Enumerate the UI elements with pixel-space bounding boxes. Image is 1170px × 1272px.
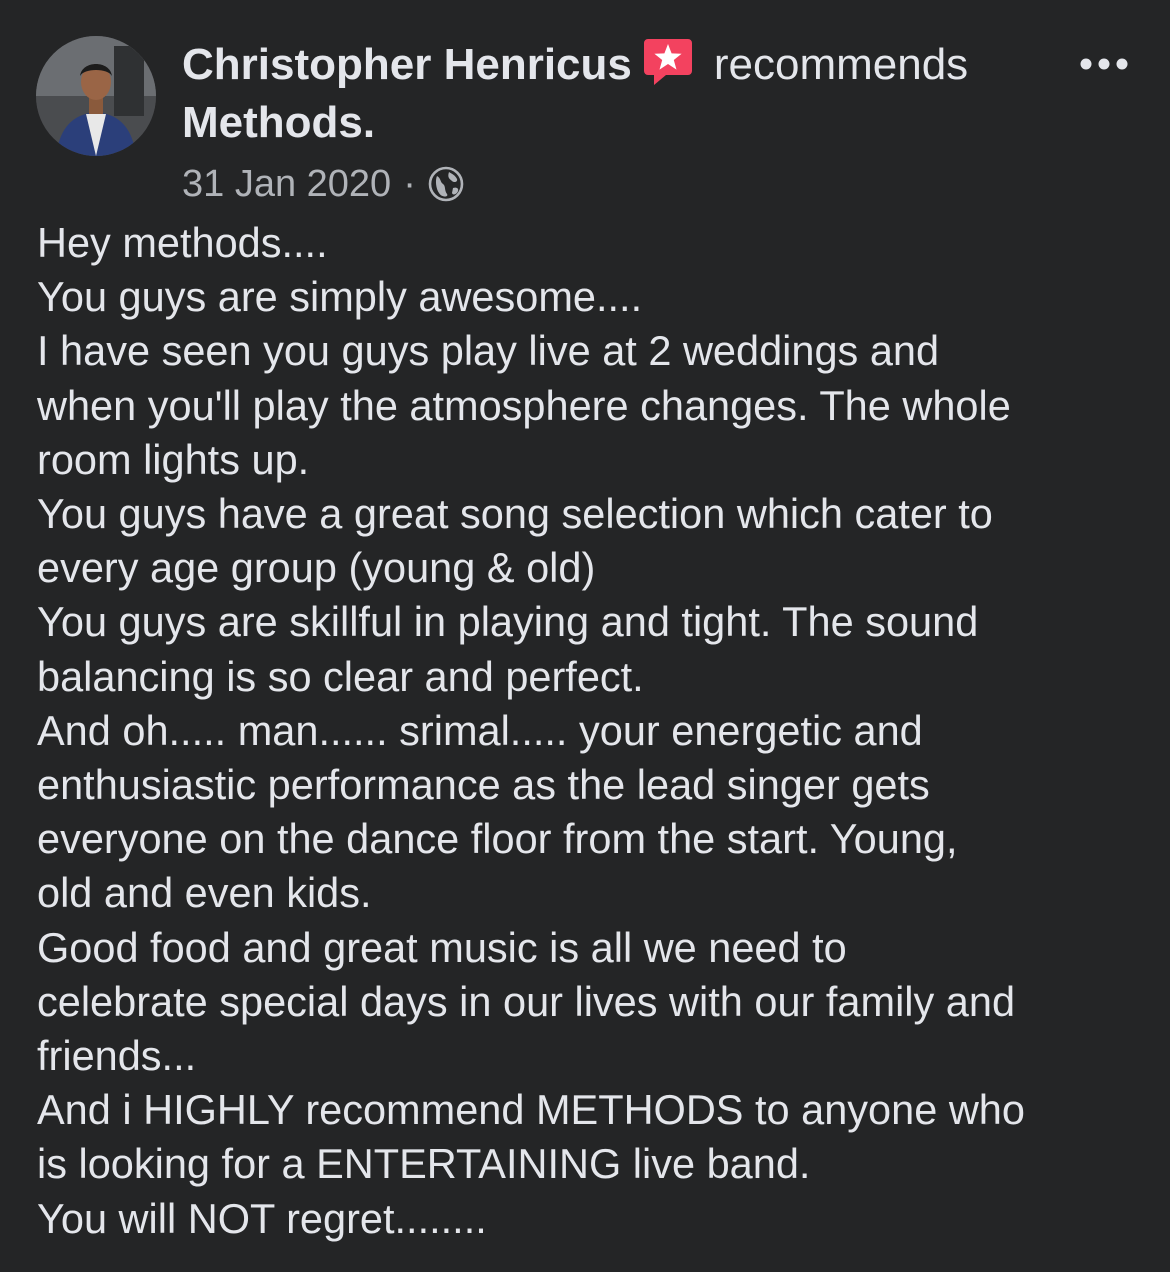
post-body-line: every age group (young & old) <box>37 544 596 592</box>
globe-icon[interactable] <box>428 166 464 202</box>
avatar-image <box>36 36 156 156</box>
post-body-line: friends... <box>37 1032 197 1080</box>
post-body-line: Hey methods.... <box>37 219 328 266</box>
post-body-line: room lights up. <box>37 435 310 483</box>
post-body-line: Good food and great music is all we need… <box>37 923 847 971</box>
post-body: Hey methods.... You guys are simply aweso… <box>37 216 1147 1246</box>
post-body-line: You guys have a great song selection whi… <box>37 490 993 538</box>
post-body-line: You will NOT regret........ <box>37 1194 487 1242</box>
post-body-line: balancing is so clear and perfect. <box>37 652 644 700</box>
post-header: Christopher Henricus recommends Methods. <box>182 36 1042 152</box>
post-body-line: And oh..... man...... srimal..... your e… <box>37 706 923 754</box>
recommendation-post: Christopher Henricus recommends Methods.… <box>0 0 1170 1272</box>
post-body-line: is looking for a ENTERTAINING live band. <box>37 1140 811 1188</box>
post-verb: recommends <box>713 40 969 89</box>
post-body-line: old and even kids. <box>37 869 372 917</box>
author-name[interactable]: Christopher Henricus <box>182 40 632 89</box>
post-body-line: celebrate special days in our lives with… <box>37 977 1016 1025</box>
post-meta: 31 Jan 2020 · <box>182 162 464 206</box>
post-body-line: everyone on the dance floor from the sta… <box>37 815 958 863</box>
recommendation-star-icon <box>642 37 694 87</box>
avatar[interactable] <box>36 36 156 156</box>
meta-separator: · <box>403 163 416 205</box>
post-body-line: And i HIGHLY recommend METHODS to anyone… <box>37 1086 1025 1134</box>
post-body-line: I have seen you guys play live at 2 wedd… <box>37 327 940 375</box>
page-name[interactable]: Methods. <box>182 98 375 147</box>
post-body-line: You guys are simply awesome.... <box>37 273 643 321</box>
post-body-line: You guys are skillful in playing and tig… <box>37 598 979 646</box>
more-options-icon[interactable] <box>1078 52 1130 76</box>
post-date[interactable]: 31 Jan 2020 <box>182 162 391 206</box>
post-body-line: enthusiastic performance as the lead sin… <box>37 761 930 809</box>
post-body-line: when you'll play the atmosphere changes.… <box>37 381 1011 429</box>
